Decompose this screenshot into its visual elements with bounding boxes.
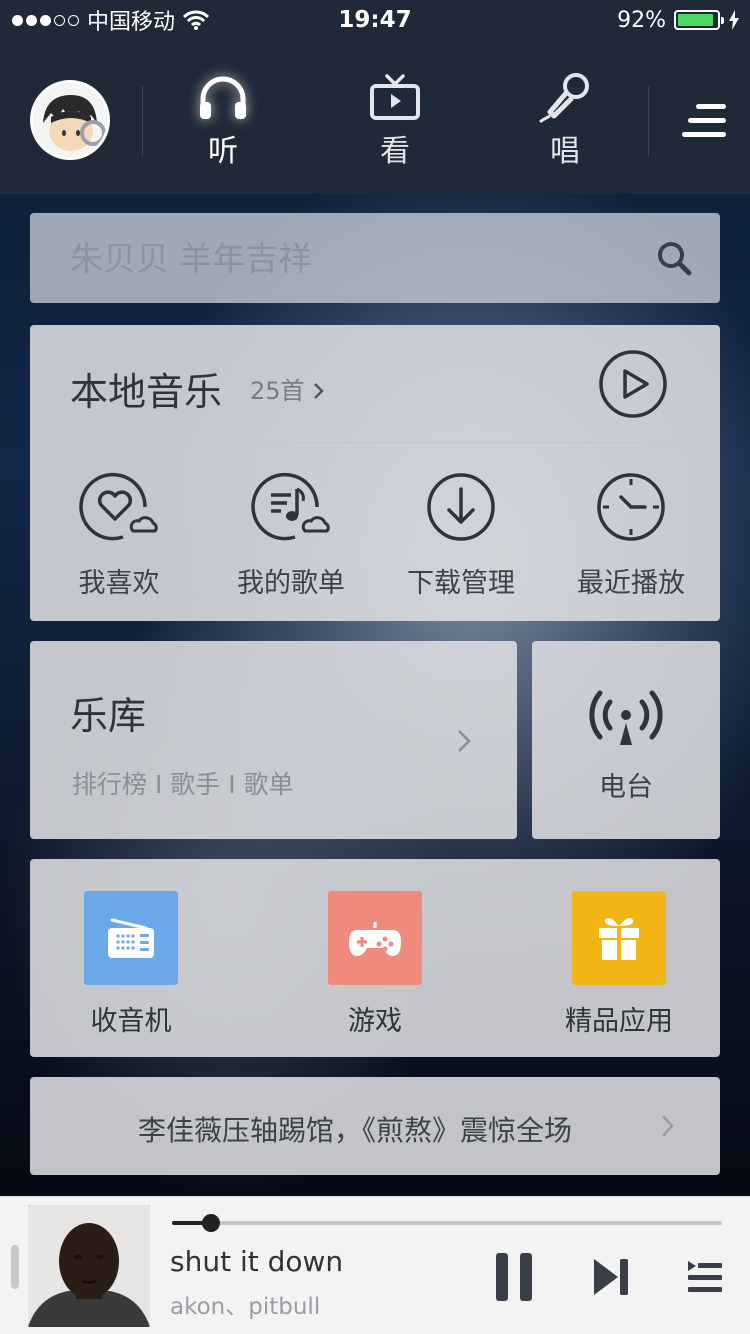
divider xyxy=(648,86,649,156)
download-icon xyxy=(427,473,495,541)
clock-icon xyxy=(597,473,665,541)
tab-watch[interactable]: 看 xyxy=(340,70,450,170)
featured-apps-label: 精品应用 xyxy=(565,1006,673,1037)
menu-button[interactable] xyxy=(682,102,728,140)
radio-app-button[interactable]: 收音机 xyxy=(36,891,226,1038)
music-library-title: 乐库 xyxy=(70,694,147,738)
local-music-count[interactable]: 25首 xyxy=(250,371,326,406)
charging-icon xyxy=(729,10,739,30)
playlist-cloud-icon xyxy=(251,472,330,541)
battery-icon xyxy=(674,10,724,30)
progress-knob[interactable] xyxy=(201,1214,220,1232)
search-input[interactable] xyxy=(70,233,630,283)
heart-cloud-icon xyxy=(79,472,158,541)
tab-label: 看 xyxy=(380,134,410,169)
recently-played-label: 最近播放 xyxy=(577,568,685,599)
battery-percent: 92% xyxy=(617,7,666,33)
tab-label: 唱 xyxy=(550,134,580,169)
tab-sing[interactable]: 唱 xyxy=(510,70,620,170)
apps-card: 收音机 游戏 精品应用 xyxy=(30,859,720,1057)
album-cover[interactable] xyxy=(28,1205,150,1327)
download-manager-label: 下载管理 xyxy=(407,568,515,599)
download-manager-button[interactable]: 下载管理 xyxy=(376,471,546,600)
news-headline: 李佳薇压轴踢馆，《煎熬》震惊全场 xyxy=(137,1114,572,1147)
music-library-subtitle: 排行榜 I 歌手 I 歌单 xyxy=(72,770,294,799)
tv-icon xyxy=(340,70,450,126)
next-track-button[interactable] xyxy=(592,1257,630,1297)
recently-played-button[interactable]: 最近播放 xyxy=(546,471,716,600)
favorites-button[interactable]: 我喜欢 xyxy=(34,471,204,600)
divider xyxy=(142,86,143,156)
play-all-button[interactable] xyxy=(598,349,668,419)
playlist-queue-button[interactable] xyxy=(686,1259,724,1295)
tab-label: 听 xyxy=(208,134,238,169)
mini-player[interactable]: shut it down akon、pitbull xyxy=(0,1196,750,1334)
gamepad-icon xyxy=(328,891,422,985)
chevron-right-icon xyxy=(314,383,324,399)
my-playlists-button[interactable]: 我的歌单 xyxy=(206,471,376,600)
radio-station-label: 电台 xyxy=(599,772,653,803)
search-bar[interactable] xyxy=(30,213,720,303)
artist-name: akon、pitbull xyxy=(170,1294,321,1320)
games-button[interactable]: 游戏 xyxy=(280,891,470,1038)
avatar[interactable] xyxy=(30,80,110,160)
song-title: shut it down xyxy=(170,1245,344,1278)
radio-station-card[interactable]: 电台 xyxy=(532,641,720,839)
headphones-icon xyxy=(168,70,278,126)
chevron-right-icon xyxy=(458,730,471,752)
local-music-card[interactable]: 本地音乐 25首 我喜欢 我的歌单 下载管理 最近播放 xyxy=(30,325,720,621)
progress-bar[interactable] xyxy=(172,1214,722,1232)
top-navigation: 听 看 唱 xyxy=(0,40,750,194)
search-icon[interactable] xyxy=(656,240,692,276)
pause-button[interactable] xyxy=(494,1251,534,1303)
menu-icon xyxy=(682,104,726,137)
radio-icon xyxy=(84,891,178,985)
broadcast-icon xyxy=(589,690,663,745)
news-banner[interactable]: 李佳薇压轴踢馆，《煎熬》震惊全场 xyxy=(30,1077,720,1175)
radio-app-label: 收音机 xyxy=(90,1006,172,1037)
drag-handle[interactable] xyxy=(11,1245,19,1289)
games-label: 游戏 xyxy=(348,1006,402,1037)
music-library-card[interactable]: 乐库 排行榜 I 歌手 I 歌单 xyxy=(30,641,517,839)
featured-apps-button[interactable]: 精品应用 xyxy=(524,891,714,1038)
gift-icon xyxy=(572,891,666,985)
microphone-icon xyxy=(510,70,620,126)
status-bar: 中国移动 19:47 92% xyxy=(0,0,750,40)
song-count: 25首 xyxy=(250,377,305,405)
favorites-label: 我喜欢 xyxy=(78,568,160,599)
chevron-right-icon xyxy=(662,1115,674,1137)
tab-listen[interactable]: 听 xyxy=(168,70,278,170)
local-music-title[interactable]: 本地音乐 xyxy=(70,361,222,416)
divider xyxy=(70,442,680,443)
my-playlists-label: 我的歌单 xyxy=(237,568,345,599)
